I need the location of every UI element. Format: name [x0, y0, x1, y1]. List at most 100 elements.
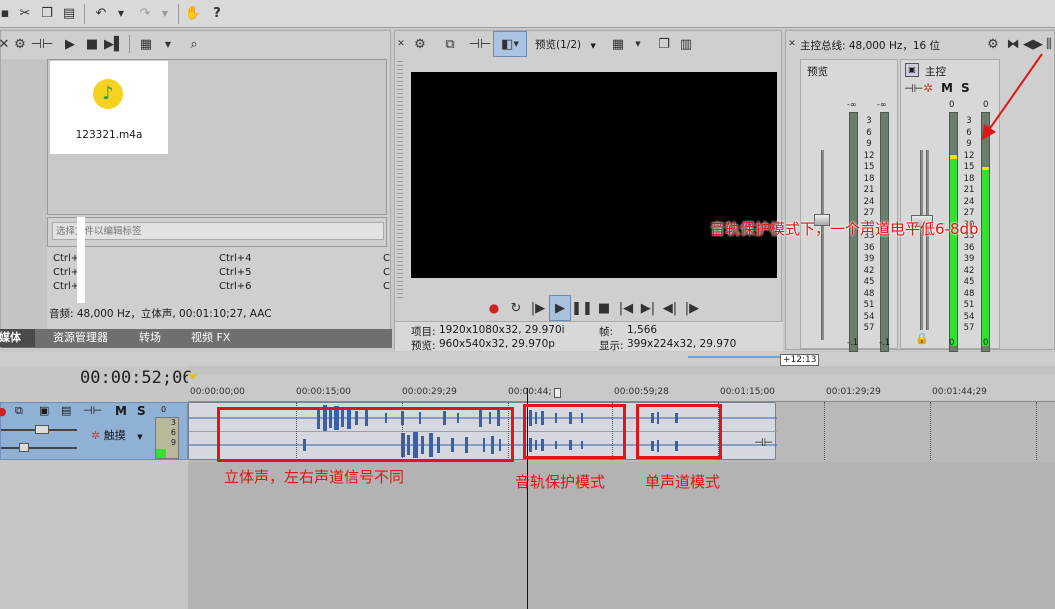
next-frame-icon[interactable]: |▶ — [681, 295, 703, 321]
redo-icon[interactable]: ↷ — [134, 0, 156, 26]
automation-mode-dropdown[interactable]: ✲ 触摸 ▼ — [91, 427, 143, 443]
media-grid: ♪ 123321.m4a — [47, 59, 387, 215]
annotation-mono: 单声道模式 — [645, 473, 721, 491]
tag-search-input[interactable] — [52, 222, 384, 240]
track-fx-icon[interactable]: ⧉ — [15, 404, 23, 418]
loop-length: +12:13 — [780, 354, 820, 366]
preview-grip[interactable] — [397, 61, 403, 301]
master-meter-left-fill — [950, 155, 957, 346]
grid-icon[interactable]: ▦ — [607, 31, 629, 57]
annotation-protect: 音轨保护模式 — [515, 473, 606, 491]
play-from-start-icon[interactable]: |▶ — [527, 295, 549, 321]
record-arm-icon[interactable]: ● — [0, 405, 7, 418]
auto-preview-icon[interactable]: ▶▌ — [103, 31, 125, 57]
track-motion-icon[interactable]: ▣ — [39, 404, 49, 417]
undo-icon[interactable]: ↶ — [90, 0, 112, 26]
media-file-name: 123321.m4a — [75, 129, 143, 141]
prev-frame-icon[interactable]: ◀| — [659, 295, 681, 321]
render-icon[interactable]: ✋ — [182, 0, 204, 26]
master-fader-track — [920, 150, 923, 330]
gear-icon[interactable]: ⚙ — [9, 31, 31, 57]
save-snapshot-icon[interactable]: ▥ — [675, 31, 697, 57]
media-toolbar: ✕ ⚙ ⊣⊢ ▶ ■ ▶▌ ▦ ▼ ⌕ — [0, 31, 392, 57]
annotation-box-protect — [523, 404, 626, 459]
pause-icon[interactable]: ❚❚ — [571, 295, 593, 321]
master-bus-icon: ▣ — [905, 63, 919, 77]
media-panel: ✕ ⚙ ⊣⊢ ▶ ■ ▶▌ ▦ ▼ ⌕ ♪ 123321.m4a Ctrl+ C… — [0, 30, 392, 348]
lock-icon[interactable]: 🔒 — [915, 332, 929, 345]
preview-fader-track — [821, 150, 824, 340]
track-solo-button[interactable]: S — [137, 404, 146, 418]
stop-icon[interactable]: ■ — [81, 31, 103, 57]
track-split-icon[interactable]: ⊣⊢ — [83, 404, 102, 417]
master-meter-right-fill — [982, 167, 989, 346]
cut-icon[interactable]: ✂ — [14, 0, 36, 26]
grid-dropdown-icon[interactable]: ▼ — [627, 31, 649, 57]
annotation-mono-drop: 音轨保护模式下，一个声道电平低6-8db — [710, 220, 979, 238]
annotation-box-mono — [636, 404, 722, 459]
master-bus-title: 主控总线: 48,000 Hz，16 位 — [800, 40, 941, 52]
split-icon[interactable]: ⊣⊢ — [469, 31, 492, 57]
play-icon[interactable]: ▶ — [549, 295, 571, 321]
tab-video-fx[interactable]: 视频 FX — [191, 329, 230, 347]
track-pan-knob[interactable] — [19, 443, 29, 452]
paste-icon[interactable]: ▤ — [58, 0, 80, 26]
track-mute-button[interactable]: M — [115, 404, 127, 418]
playhead-handle[interactable] — [554, 388, 561, 398]
playhead-flag — [188, 374, 198, 380]
track-envelope-icon[interactable]: ▤ — [61, 404, 71, 417]
go-start-icon[interactable]: |◀ — [615, 295, 637, 321]
loop-region[interactable] — [688, 356, 780, 358]
tab-explorer[interactable]: 资源管理器 — [53, 329, 108, 347]
master-bus-label: 主控 — [925, 66, 946, 78]
view-dropdown-icon[interactable]: ▼ — [157, 31, 179, 57]
track-meter-fill — [156, 449, 166, 458]
master-fader-track-2 — [926, 150, 929, 330]
go-end-icon[interactable]: ▶| — [637, 295, 659, 321]
preview-info: 项目: 1920x1080x32, 29.970i 预览: 960x540x32… — [395, 321, 783, 352]
shortcut-list: Ctrl+ Ctrl+4 C Ctrl+ Ctrl+5 C Ctrl+ Ctrl… — [51, 249, 390, 299]
view-icon[interactable]: ▦ — [135, 31, 157, 57]
media-tag-area — [47, 217, 387, 247]
close-icon[interactable]: ✕ — [786, 31, 798, 57]
video-preview-screen — [411, 72, 777, 278]
master-mute-button[interactable]: M — [941, 81, 953, 95]
external-monitor-icon[interactable]: ⧉ — [439, 31, 461, 57]
overlay-icon[interactable]: ◧ ▼ — [493, 31, 527, 57]
preview-quality-dropdown[interactable]: 预览(1/2) ▼ — [535, 37, 596, 52]
master-fx-icon[interactable]: ✲ — [923, 81, 933, 95]
tab-transitions[interactable]: 转场 — [139, 329, 161, 347]
media-thumbnail[interactable]: ♪ 123321.m4a — [50, 61, 168, 154]
close-icon[interactable]: ✕ — [395, 31, 407, 57]
ruler[interactable]: 00:00:00;00 00:00:15;00 00:00:29;29 00:0… — [188, 374, 1055, 402]
track-pan-slider[interactable] — [1, 447, 77, 449]
master-meter-right-peak — [982, 167, 989, 170]
transport-bar: ● ↻ |▶ ▶ ❚❚ ■ |◀ ▶| ◀| |▶ — [395, 295, 783, 321]
search-icon[interactable]: ⌕ — [183, 31, 205, 57]
shortcut-row[interactable]: Ctrl+ Ctrl+4 C — [53, 253, 390, 267]
play-icon[interactable]: ▶ — [59, 31, 81, 57]
preview-bus: 预览 -∞ -∞ 3 6 9 12 15 18 21 24 27 30 33 36 39 42 45 48 51… — [800, 59, 898, 352]
shortcut-row[interactable]: Ctrl+ Ctrl+5 C — [53, 267, 390, 281]
annotation-arrow — [982, 53, 1043, 140]
undo-dropdown-icon[interactable]: ▼ — [110, 0, 132, 26]
gear-icon[interactable]: ⚙ — [409, 31, 431, 57]
copy-snapshot-icon[interactable]: ❐ — [653, 31, 675, 57]
media-info: 音频: 48,000 Hz，立体声, 00:01:10;27, AAC — [49, 308, 272, 320]
copy-icon[interactable]: ❐ — [36, 0, 58, 26]
help-icon[interactable]: ? — [206, 0, 228, 26]
tab-media[interactable]: 媒体 — [0, 329, 35, 347]
master-solo-button[interactable]: S — [961, 81, 970, 95]
trim-icon[interactable]: ⊣⊢ — [31, 31, 54, 57]
main-toolbar: ▪ ✂ ❐ ▤ ↶ ▼ ↷ ▼ ✋ ? — [0, 0, 1055, 28]
annotation-box-stereo — [217, 407, 514, 462]
loop-icon[interactable]: ↻ — [505, 295, 527, 321]
shortcut-row[interactable]: Ctrl+ Ctrl+6 C — [53, 281, 390, 295]
record-icon[interactable]: ● — [483, 295, 505, 321]
media-tabs: 媒体 资源管理器 转场 视频 FX — [0, 329, 392, 348]
track-volume-knob[interactable] — [35, 425, 49, 434]
marker-bar: +12:13 — [0, 352, 1055, 366]
master-split-icon[interactable]: ⊣⊢ — [904, 82, 923, 95]
stop-icon[interactable]: ■ — [593, 295, 615, 321]
redo-dropdown-icon[interactable]: ▼ — [154, 0, 176, 26]
